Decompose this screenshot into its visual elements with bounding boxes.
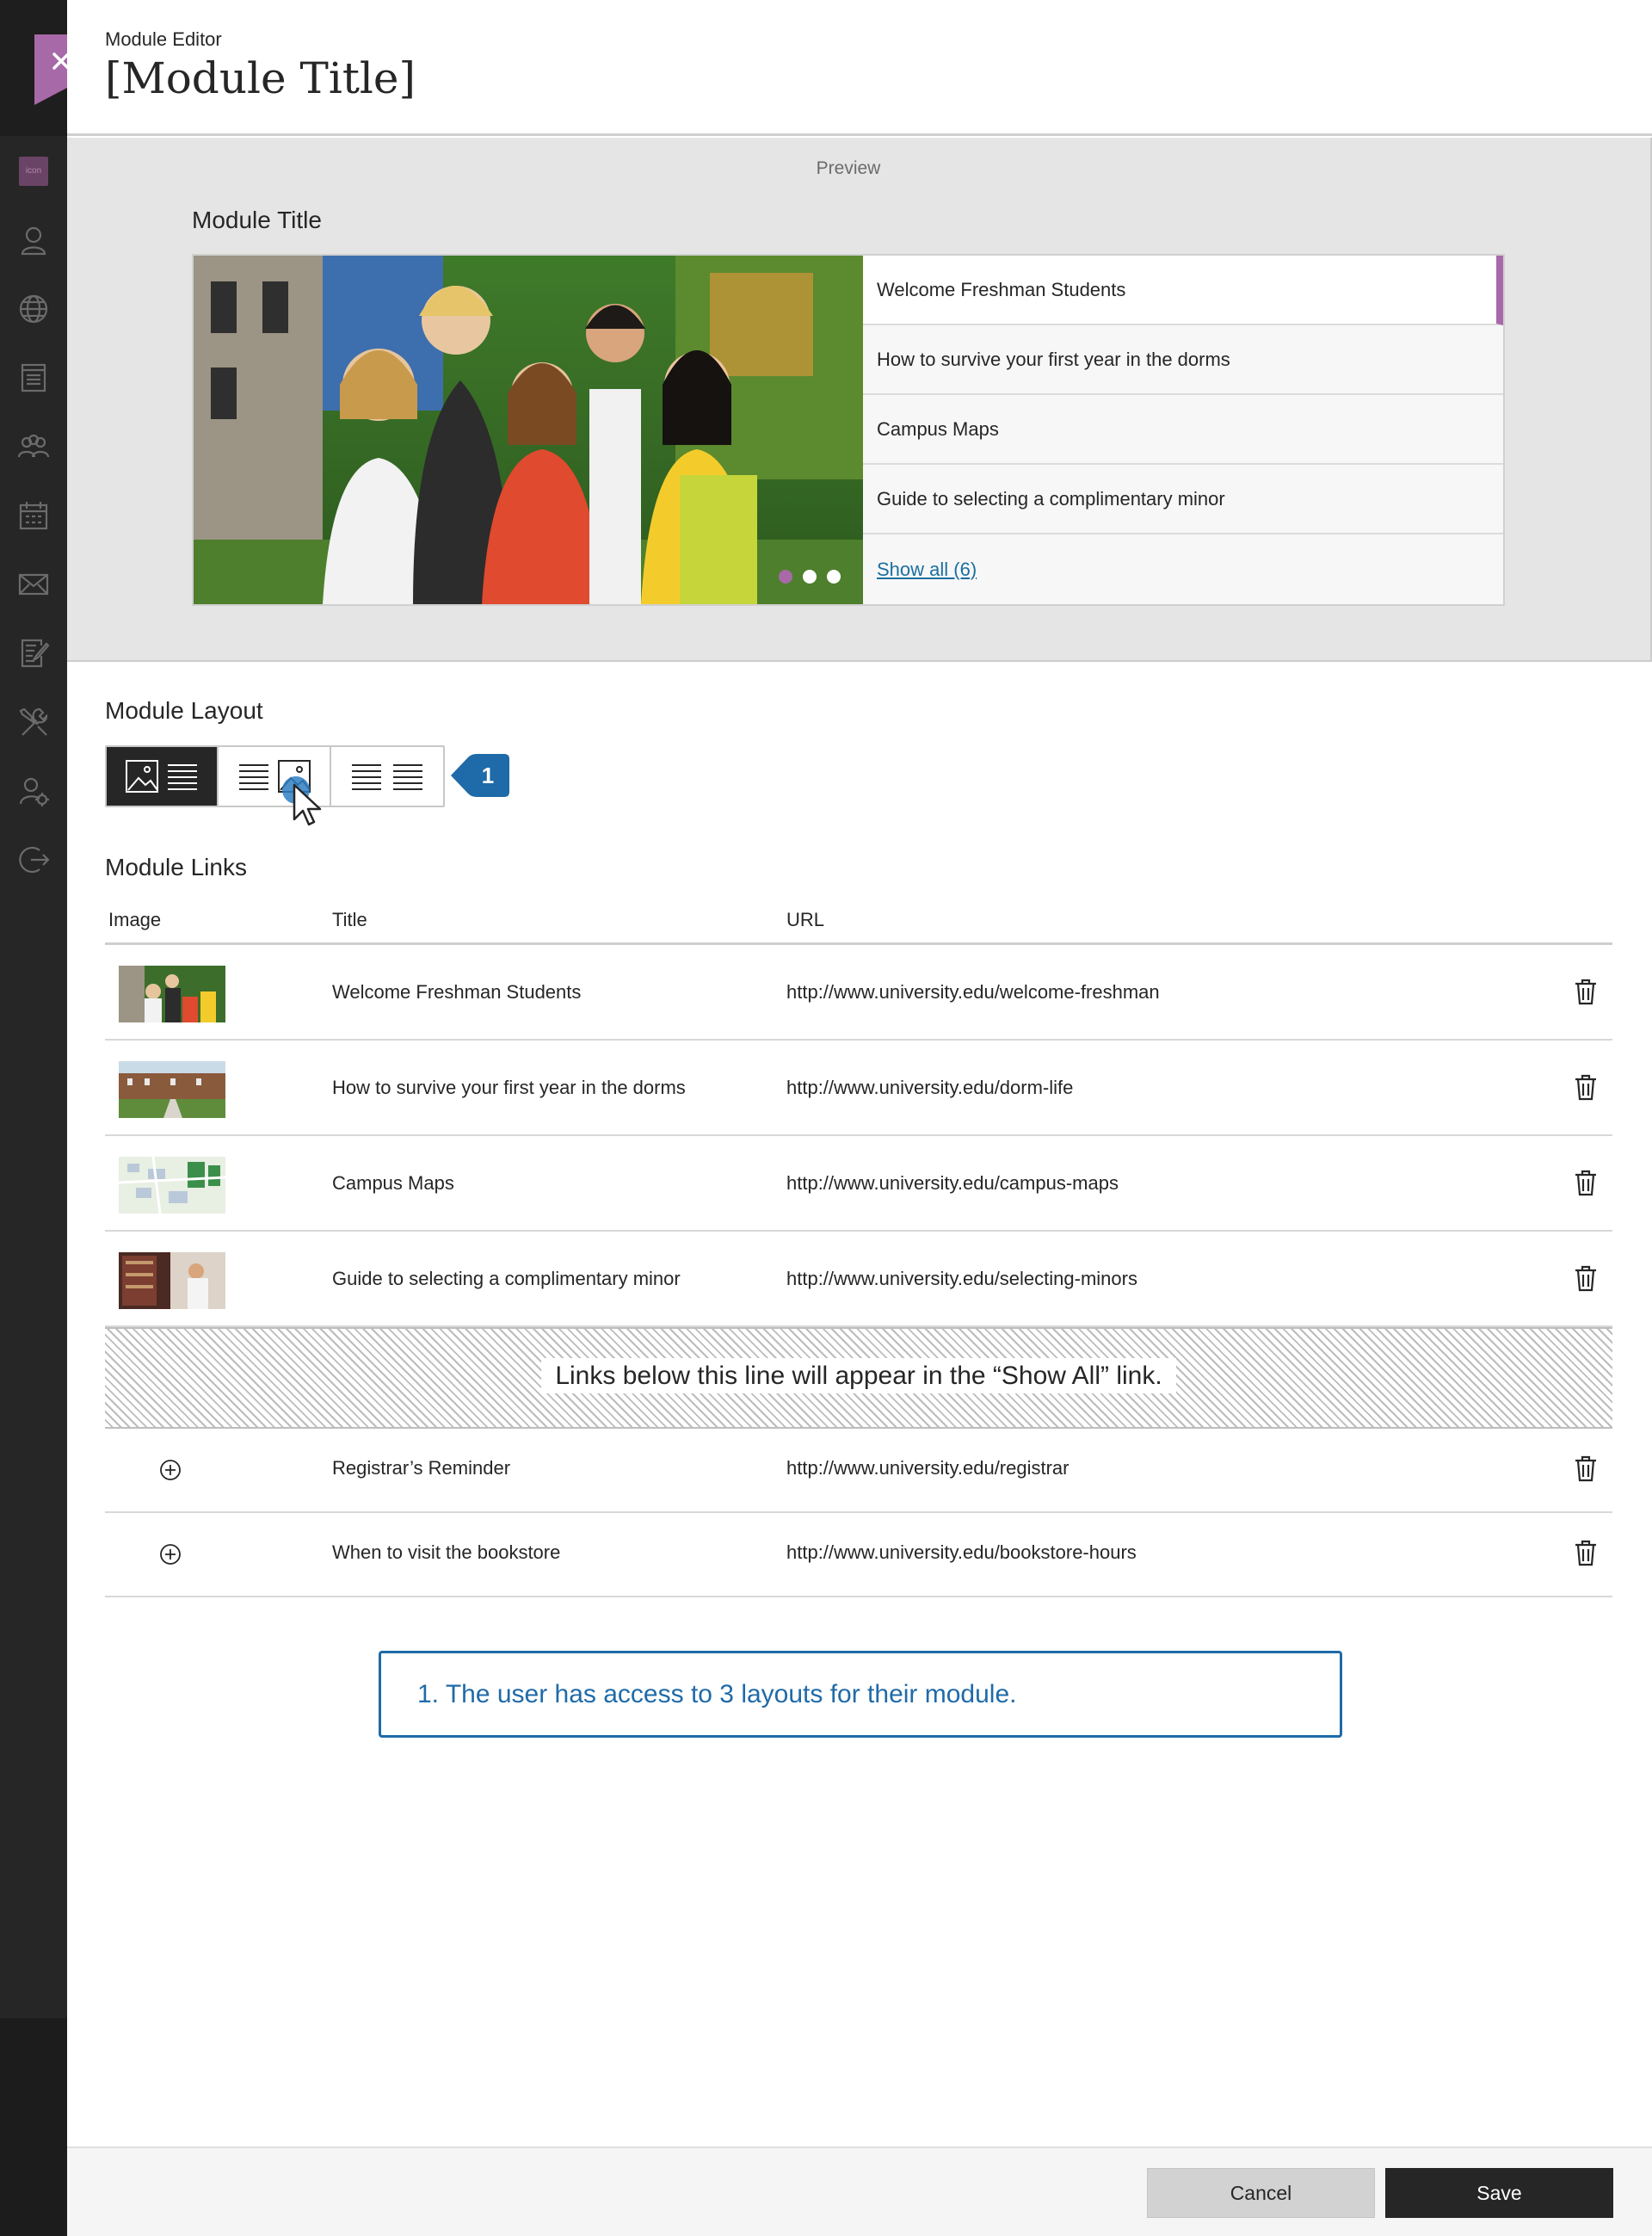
carousel-dot[interactable] <box>803 570 817 584</box>
layout-selector <box>105 745 445 807</box>
messages-icon[interactable] <box>15 566 52 602</box>
trash-icon[interactable] <box>1573 1073 1599 1101</box>
module-layout-title: Module Layout <box>105 697 263 724</box>
editor-subtitle: Module Editor <box>105 28 222 50</box>
editor-footer: Cancel Save <box>67 2146 1652 2236</box>
table-row[interactable]: When to visit the bookstore http://www.u… <box>105 1513 1612 1597</box>
table-row[interactable]: Campus Maps http://www.university.edu/ca… <box>105 1136 1612 1232</box>
row-url: http://www.university.edu/campus-maps <box>786 1172 1119 1194</box>
mouse-cursor <box>279 775 330 831</box>
row-thumbnail[interactable] <box>119 1157 225 1214</box>
preview-card: Welcome Freshman Students How to survive… <box>192 254 1505 606</box>
courses-icon[interactable] <box>15 360 52 396</box>
row-url: http://www.university.edu/registrar <box>786 1457 1069 1479</box>
trash-icon[interactable] <box>1573 1539 1599 1566</box>
show-all-divider-text: Links below this line will appear in the… <box>541 1358 1176 1393</box>
add-image-icon[interactable] <box>158 1458 182 1482</box>
two-column-list-icon <box>351 764 422 790</box>
editor-header: Module Editor [Module Title] <box>67 0 1652 136</box>
column-header-image: Image <box>108 909 162 930</box>
table-row[interactable]: How to survive your first year in the do… <box>105 1041 1612 1136</box>
left-navigation: icon <box>0 0 67 2236</box>
add-image-icon[interactable] <box>158 1542 182 1566</box>
row-title: Welcome Freshman Students <box>332 981 582 1003</box>
show-all-link[interactable]: Show all (6) <box>863 534 1503 604</box>
trash-icon[interactable] <box>1573 1169 1599 1196</box>
row-title: Campus Maps <box>332 1172 454 1194</box>
grades-icon[interactable] <box>15 635 52 671</box>
tools-icon[interactable] <box>15 704 52 740</box>
row-thumbnail[interactable] <box>119 1061 225 1118</box>
row-title: How to survive your first year in the do… <box>332 1077 686 1098</box>
layout-image-left-button[interactable] <box>107 747 219 806</box>
save-button[interactable]: Save <box>1385 2168 1613 2218</box>
show-all-divider[interactable]: Links below this line will appear in the… <box>105 1327 1612 1429</box>
callout-badge-number: 1 <box>481 762 495 788</box>
module-links-title: Module Links <box>105 854 247 880</box>
globe-icon[interactable] <box>15 291 52 327</box>
row-thumbnail[interactable] <box>119 1252 225 1309</box>
row-url: http://www.university.edu/selecting-mino… <box>786 1268 1137 1289</box>
row-title: When to visit the bookstore <box>332 1541 561 1563</box>
preview-link[interactable]: Welcome Freshman Students <box>863 256 1503 325</box>
cancel-button[interactable]: Cancel <box>1147 2168 1375 2218</box>
module-links-table: Image Title URL Welcome Freshman Student… <box>105 895 1612 1597</box>
trash-icon[interactable] <box>1573 1264 1599 1292</box>
annotation-text: 1. The user has access to 3 layouts for … <box>417 1679 1017 1708</box>
preview-panel: Preview Module Title Welcome Freshman St… <box>67 138 1652 662</box>
carousel-dots <box>779 570 841 584</box>
preview-link[interactable]: How to survive your first year in the do… <box>863 325 1503 395</box>
admin-user-icon[interactable] <box>15 773 52 809</box>
row-thumbnail[interactable] <box>119 966 225 1022</box>
trash-icon[interactable] <box>1573 978 1599 1005</box>
groups-icon[interactable] <box>15 429 52 465</box>
row-title: Guide to selecting a complimentary minor <box>332 1268 681 1289</box>
logo-text: icon <box>25 166 42 176</box>
row-url: http://www.university.edu/bookstore-hour… <box>786 1541 1137 1563</box>
calendar-icon[interactable] <box>15 497 52 534</box>
row-url: http://www.university.edu/welcome-freshm… <box>786 981 1160 1003</box>
column-header-url: URL <box>786 909 825 930</box>
hero-image <box>194 256 863 604</box>
annotation-note: 1. The user has access to 3 layouts for … <box>379 1651 1342 1738</box>
preview-link[interactable]: Guide to selecting a complimentary minor <box>863 465 1503 534</box>
carousel-dot[interactable] <box>779 570 792 584</box>
profile-icon[interactable] <box>15 222 52 258</box>
sign-out-icon[interactable] <box>15 842 52 878</box>
image-left-list-icon <box>126 760 198 793</box>
row-title: Registrar’s Reminder <box>332 1457 511 1479</box>
trash-icon[interactable] <box>1573 1455 1599 1482</box>
institution-logo: icon <box>19 157 48 186</box>
carousel-dot[interactable] <box>827 570 841 584</box>
row-url: http://www.university.edu/dorm-life <box>786 1077 1074 1098</box>
preview-links-list: Welcome Freshman Students How to survive… <box>863 256 1503 604</box>
page-title: [Module Title] <box>105 53 416 103</box>
column-header-title: Title <box>332 909 367 930</box>
preview-module-title: Module Title <box>192 207 322 233</box>
table-row[interactable]: Guide to selecting a complimentary minor… <box>105 1232 1612 1327</box>
table-row[interactable]: Welcome Freshman Students http://www.uni… <box>105 945 1612 1041</box>
table-header: Image Title URL <box>105 895 1612 945</box>
nav-bottom-band <box>0 2018 67 2236</box>
preview-link[interactable]: Campus Maps <box>863 395 1503 465</box>
layout-two-column-button[interactable] <box>330 747 444 806</box>
table-row[interactable]: Registrar’s Reminder http://www.universi… <box>105 1429 1612 1513</box>
preview-label: Preview <box>816 158 881 178</box>
